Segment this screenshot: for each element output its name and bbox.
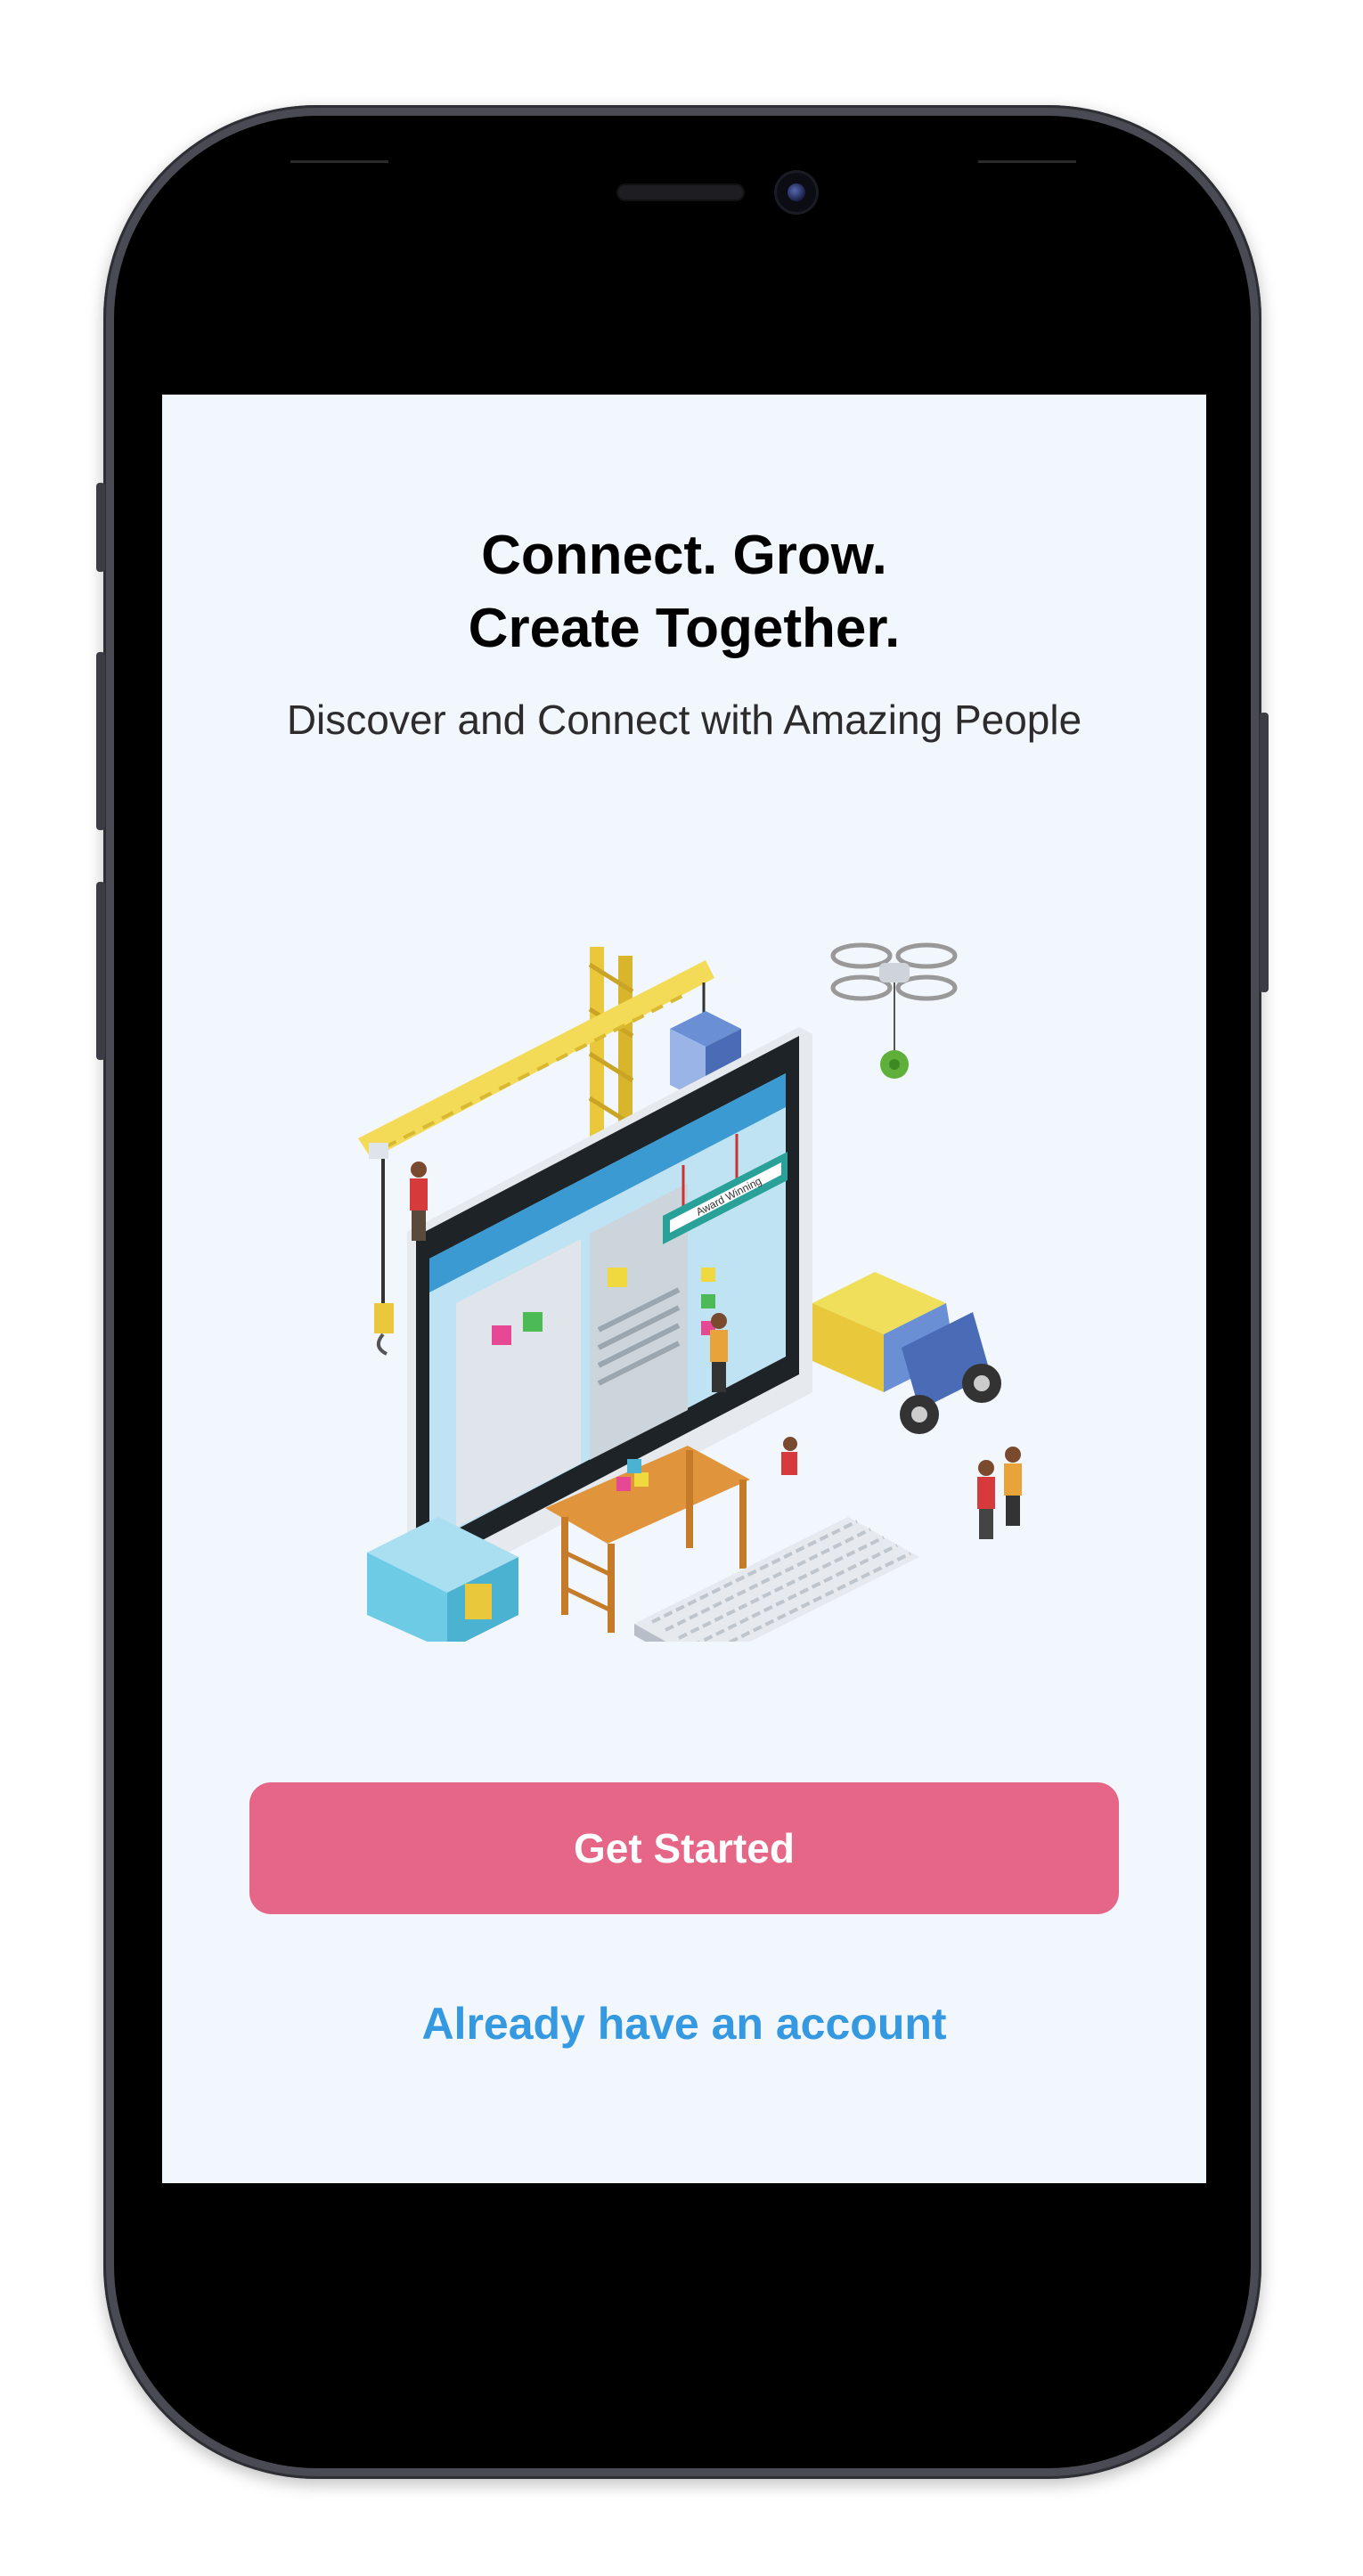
front-camera-icon [777, 173, 816, 212]
drone-icon [830, 942, 958, 1079]
volume-down-button [96, 882, 105, 1060]
website-construction-illustration: Award Winning [358, 942, 1022, 1642]
antenna-line-right [978, 160, 1076, 163]
app-screen: Connect. Grow. Create Together. Discover… [162, 395, 1206, 2183]
dump-truck-icon [812, 1272, 1001, 1434]
headline-line-1: Connect. Grow. [481, 525, 887, 586]
antenna-line-left [290, 160, 388, 163]
keyboard-icon [634, 1517, 919, 1642]
power-button [1260, 713, 1269, 992]
headline: Connect. Grow. Create Together. [162, 519, 1206, 665]
earpiece-speaker [616, 183, 745, 201]
mute-switch [96, 483, 105, 572]
volume-up-button [96, 652, 105, 830]
get-started-button[interactable]: Get Started [249, 1782, 1119, 1914]
already-have-account-link[interactable]: Already have an account [162, 1998, 1206, 2050]
subtitle: Discover and Connect with Amazing People [286, 697, 1082, 743]
headline-line-2: Create Together. [468, 598, 901, 659]
